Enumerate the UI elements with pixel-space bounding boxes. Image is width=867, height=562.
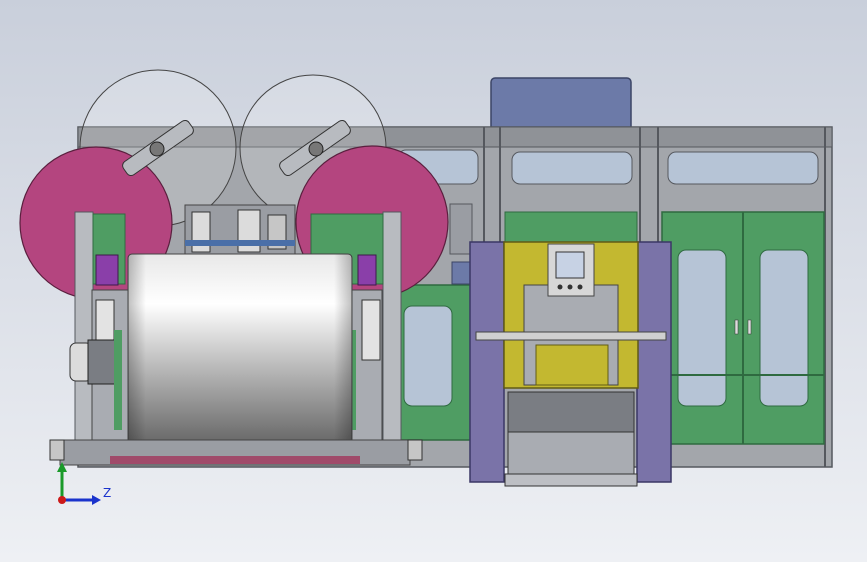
right-cabinet-handle-left — [734, 319, 739, 335]
middle-blue-block — [451, 261, 471, 285]
right-cabinet-window-left — [677, 249, 727, 407]
base-foot-left — [49, 439, 65, 461]
left-side-plate — [74, 211, 94, 453]
base-foot-right — [407, 439, 423, 461]
press-button-3 — [577, 284, 583, 290]
press-die-block — [535, 344, 609, 386]
right-cabinet-window-right — [759, 249, 809, 407]
press-lower-base — [507, 431, 635, 475]
cad-viewport[interactable]: Z — [0, 0, 867, 562]
press-button-2 — [567, 284, 573, 290]
upper-window-3 — [667, 151, 819, 185]
press-foot — [504, 473, 638, 487]
triad-origin — [58, 496, 66, 504]
middle-cabinet-window — [403, 305, 453, 407]
top-motor-housing — [490, 77, 632, 131]
middle-control-panel — [449, 203, 473, 255]
machine-drawing[interactable]: Z — [0, 0, 867, 562]
triad-z-label: Z — [103, 486, 111, 500]
press-guide-bar — [475, 331, 667, 341]
press-display-screen — [555, 251, 585, 279]
press-lower-die — [507, 391, 635, 433]
upper-window-2 — [511, 151, 633, 185]
press-column-left — [469, 241, 505, 483]
right-side-plate — [382, 211, 402, 453]
press-button-1 — [557, 284, 563, 290]
press-column-right — [636, 241, 672, 483]
right-cabinet-handle-right — [747, 319, 752, 335]
material-roll — [127, 253, 353, 455]
base-red-strip — [110, 456, 360, 464]
center-drive-assembly — [184, 204, 296, 256]
